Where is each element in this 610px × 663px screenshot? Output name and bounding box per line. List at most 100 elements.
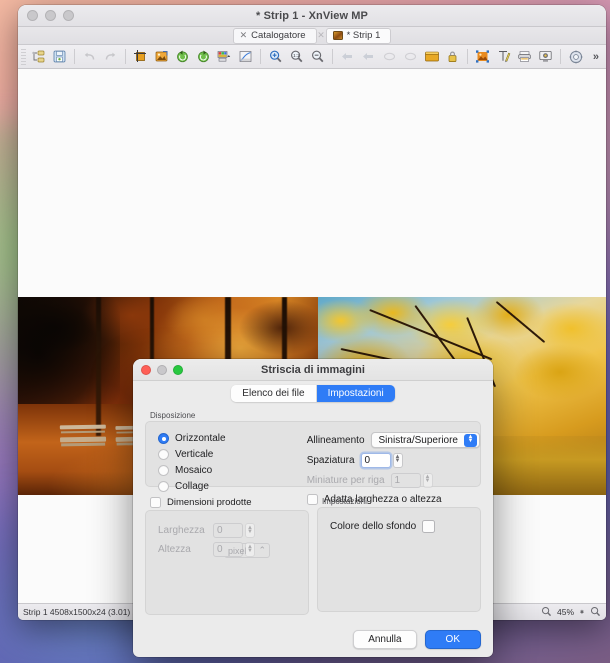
lock-icon[interactable]: [442, 47, 463, 67]
allineamento-value: Sinistra/Superiore: [378, 434, 458, 446]
photo1-bench: [60, 421, 107, 452]
tab-impostazioni[interactable]: Impostazioni: [316, 384, 395, 402]
dialog-tabs: Elenco dei file Impostazioni: [133, 381, 493, 407]
photo1-trunk: [96, 297, 101, 436]
maximize-window-button[interactable]: [63, 10, 74, 21]
larghezza-input: 0: [213, 523, 243, 538]
larghezza-stepper-buttons: ▲ ▼: [245, 523, 255, 538]
crop-icon[interactable]: [130, 47, 151, 67]
checkbox-icon[interactable]: [150, 497, 161, 508]
spaziatura-label: Spaziatura: [306, 454, 355, 466]
alignment-controls: Allineamento Sinistra/Superiore ▲ ▼ Spazi…: [303, 430, 480, 505]
svg-text:1:1: 1:1: [293, 53, 300, 58]
radio-mosaico[interactable]: Mosaico: [158, 462, 303, 478]
radio-button-icon[interactable]: [158, 448, 169, 460]
print-icon[interactable]: [514, 47, 535, 67]
larghezza-label: Larghezza: [158, 525, 205, 536]
radio-collage[interactable]: Collage: [158, 478, 303, 494]
minimize-window-button[interactable]: [45, 10, 56, 21]
allineamento-dropdown[interactable]: Sinistra/Superiore ▲ ▼: [370, 432, 480, 448]
window-title: * Strip 1 - XnView MP: [256, 9, 368, 22]
colore-sfondo-row[interactable]: Colore dello sfondo: [330, 518, 480, 534]
save-icon[interactable]: [49, 47, 70, 67]
rotate-right-icon[interactable]: [193, 47, 214, 67]
tab-separator: ✕: [317, 30, 325, 40]
document-tabbar: ✕ Catalogatore ✕ * Strip 1: [18, 27, 606, 45]
dimensioni-panel: Larghezza 0 ▲ ▼ Altezza 0 ▲ ▼ pixel ⌃: [145, 510, 309, 615]
zoom-controls[interactable]: 45% ▲ ▼: [541, 606, 601, 619]
close-icon[interactable]: ✕: [240, 31, 248, 40]
disposizione-group-label: Disposizione: [150, 411, 196, 420]
impostazioni-group-label: Impostazioni: [322, 497, 367, 506]
radio-button-icon[interactable]: [158, 480, 169, 492]
zoom-fit-icon[interactable]: 1:1: [286, 47, 307, 67]
color-swatch-button[interactable]: [422, 519, 436, 533]
strip-settings-dialog: Striscia di immagini Elenco dei file Imp…: [133, 359, 493, 657]
miniature-per-riga-input: 1: [390, 472, 421, 488]
spaziatura-stepper[interactable]: 0 ▲ ▼: [360, 452, 403, 468]
tab-label: * Strip 1: [346, 30, 381, 41]
edit-metadata-icon[interactable]: [493, 47, 514, 67]
slideshow-icon[interactable]: [421, 47, 442, 67]
toolbar-overflow-button[interactable]: »: [593, 51, 603, 63]
chevron-up-down-icon[interactable]: ▲ ▼: [464, 433, 477, 447]
dialog-footer: Annulla OK: [133, 625, 493, 657]
toolbar-separator: [560, 49, 561, 64]
toolbar-separator: [332, 49, 333, 64]
impostazioni-section: Impostazioni Colore dello sfondo: [317, 493, 481, 615]
toolbar-separator: [125, 49, 126, 64]
last-image-icon[interactable]: [400, 47, 421, 67]
allineamento-label: Allineamento: [306, 434, 365, 446]
toolbar-drag-handle[interactable]: [21, 48, 26, 65]
tab-strip-1[interactable]: * Strip 1: [325, 27, 392, 44]
dialog-titlebar: Striscia di immagini: [133, 359, 493, 381]
curves-icon[interactable]: [235, 47, 256, 67]
zoom-out-icon[interactable]: [541, 606, 552, 619]
dialog-body: Disposizione Orizzontale Verticale Mosai…: [133, 407, 493, 625]
window-traffic-lights[interactable]: [18, 10, 74, 21]
allineamento-row: Allineamento Sinistra/Superiore ▲ ▼: [307, 430, 480, 450]
radio-label: Mosaico: [175, 464, 213, 476]
main-toolbar: 1:1 »: [18, 45, 606, 69]
batch-convert-icon[interactable]: [472, 47, 493, 67]
tab-catalogatore[interactable]: ✕ Catalogatore: [232, 27, 317, 44]
zoom-in-icon[interactable]: [265, 47, 286, 67]
dimensioni-section: Dimensioni prodotte Larghezza 0 ▲ ▼ Altez…: [145, 493, 309, 615]
miniature-per-riga-label: Miniature per riga: [306, 474, 385, 486]
radio-verticale[interactable]: Verticale: [158, 446, 303, 462]
settings-icon[interactable]: [565, 47, 586, 67]
dimensioni-checkbox-row[interactable]: Dimensioni prodotte: [150, 496, 309, 509]
larghezza-row: Larghezza 0 ▲ ▼: [158, 521, 308, 540]
image-thumbnail-icon: [332, 31, 343, 40]
zoom-out-icon[interactable]: [307, 47, 328, 67]
spaziatura-input[interactable]: 0: [360, 452, 391, 468]
disposizione-panel: Orizzontale Verticale Mosaico Collage Al: [145, 421, 481, 505]
impostazioni-panel: Colore dello sfondo: [317, 507, 481, 612]
next-image-icon[interactable]: [379, 47, 400, 67]
radio-button-icon[interactable]: [158, 432, 169, 444]
zoom-stepper[interactable]: ▲ ▼: [579, 609, 585, 616]
resize-icon[interactable]: [151, 47, 172, 67]
adjust-icon[interactable]: [214, 47, 235, 67]
redo-icon[interactable]: [100, 47, 121, 67]
dialog-tab-group[interactable]: Elenco dei file Impostazioni: [231, 384, 395, 402]
cancel-button[interactable]: Annulla: [353, 629, 417, 649]
spaziatura-stepper-buttons[interactable]: ▲ ▼: [392, 452, 403, 468]
zoom-in-icon[interactable]: [590, 606, 601, 619]
previous-image-icon[interactable]: [358, 47, 379, 67]
radio-orizzontale[interactable]: Orizzontale: [158, 430, 303, 446]
miniature-per-riga-stepper: 1 ▲ ▼: [390, 472, 433, 488]
screen-capture-icon[interactable]: [535, 47, 556, 67]
dimensioni-group-label: Dimensioni prodotte: [167, 497, 252, 508]
organize-icon[interactable]: [28, 47, 49, 67]
radio-button-icon[interactable]: [158, 464, 169, 476]
ok-button[interactable]: OK: [424, 629, 481, 649]
layout-radio-group: Orizzontale Verticale Mosaico Collage: [146, 430, 303, 492]
tab-elenco-dei-file[interactable]: Elenco dei file: [231, 384, 317, 402]
rotate-left-icon[interactable]: [172, 47, 193, 67]
close-window-button[interactable]: [27, 10, 38, 21]
undo-icon[interactable]: [79, 47, 100, 67]
window-titlebar: * Strip 1 - XnView MP: [18, 5, 606, 27]
first-image-icon[interactable]: [337, 47, 358, 67]
chevron-up-down-icon: ⌃: [258, 545, 266, 555]
